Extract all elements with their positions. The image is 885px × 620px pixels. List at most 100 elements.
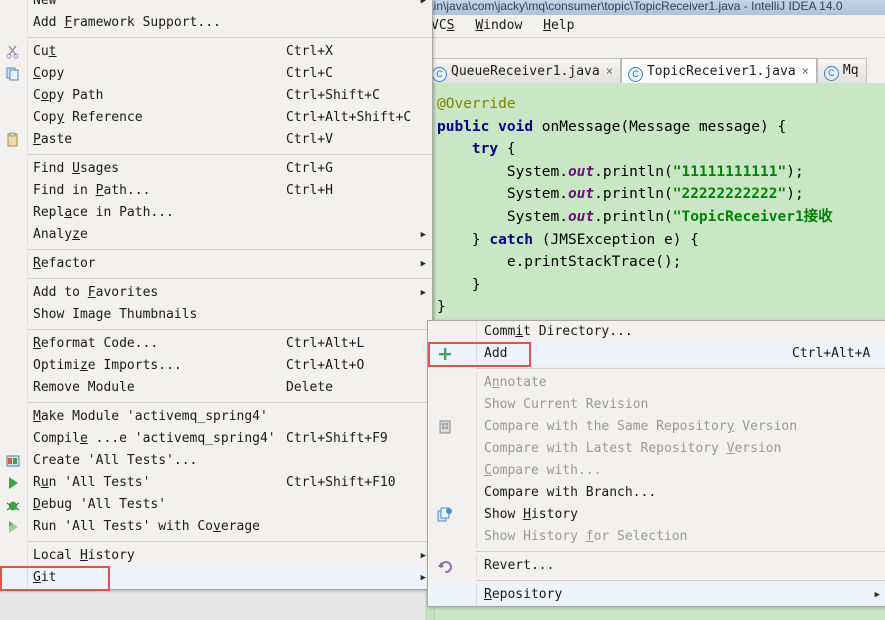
- close-icon[interactable]: ×: [606, 64, 613, 78]
- git-item-compare-with-the-same-repository-v[interactable]: Compare with the Same Repository Version: [428, 416, 885, 438]
- menu-gutter-line: [27, 12, 28, 34]
- menu-item-run-all-tests-with-coverage[interactable]: Run 'All Tests' with Coverage: [0, 516, 432, 538]
- git-item-revert[interactable]: Revert...: [428, 555, 885, 577]
- menu-separator: [476, 368, 885, 369]
- menu-item-label: Show History for Selection: [484, 529, 688, 544]
- menu-item-label: New: [33, 0, 57, 8]
- menu-gutter-line: [27, 282, 28, 304]
- menu-item-label: Debug 'All Tests': [33, 497, 167, 512]
- menu-item-label: Find Usages: [33, 161, 120, 176]
- editor-tab-bar[interactable]: C QueueReceiver1.java × C TopicReceiver1.ja…: [425, 55, 885, 83]
- editor-tab-queuereceiver1[interactable]: C QueueReceiver1.java ×: [425, 58, 621, 83]
- no-icon: [4, 285, 21, 302]
- menu-item-copy[interactable]: Copy Ctrl+C: [0, 63, 432, 85]
- menu-gutter-line: [27, 107, 28, 129]
- editor-tab-mq[interactable]: C Mq: [816, 58, 867, 83]
- menu-item-analyze[interactable]: Analyze ▶: [0, 224, 432, 246]
- code-line: }: [437, 276, 481, 293]
- menu-item-shortcut: Ctrl+Shift+F9: [286, 431, 388, 446]
- close-icon[interactable]: ×: [802, 64, 809, 78]
- editor-tab-label: TopicReceiver1.java: [646, 64, 796, 79]
- code-line: @Override: [437, 96, 516, 112]
- menu-item-refactor[interactable]: Refactor ▶: [0, 253, 432, 275]
- no-icon: [4, 183, 21, 200]
- menu-item-add-to-favorites[interactable]: Add to Favorites ▶: [0, 282, 432, 304]
- git-item-compare-with-branch[interactable]: Compare with Branch...: [428, 482, 885, 504]
- menu-item-label: Repository: [484, 587, 563, 602]
- menu-item-copy-path[interactable]: Copy Path Ctrl+Shift+C: [0, 85, 432, 107]
- menu-separator: [27, 154, 432, 155]
- menu-item-git[interactable]: Git ▶: [0, 567, 432, 589]
- menu-item-window[interactable]: Window: [469, 15, 529, 35]
- menu-item-new[interactable]: New ▶: [0, 0, 432, 12]
- menu-item-shortcut: Delete: [286, 380, 333, 395]
- submenu-arrow-icon: ▶: [874, 590, 880, 600]
- editor-tab-topicreceiver1[interactable]: C TopicReceiver1.java ×: [620, 58, 817, 83]
- menu-item-debug-all-tests[interactable]: Debug 'All Tests': [0, 494, 432, 516]
- no-icon: [436, 441, 453, 458]
- git-submenu[interactable]: Commit Directory... Add Ctrl+Alt+A Annotate…: [427, 320, 885, 607]
- menu-item-run-all-tests[interactable]: Run 'All Tests' Ctrl+Shift+F10: [0, 472, 432, 494]
- menu-item-label: Show Image Thumbnails: [33, 307, 198, 322]
- menu-gutter-line: [476, 526, 477, 548]
- git-item-show-current-revision[interactable]: Show Current Revision: [428, 394, 885, 416]
- menu-item-label: Add to Favorites: [33, 285, 159, 300]
- menu-item-find-in-path[interactable]: Find in Path... Ctrl+H: [0, 180, 432, 202]
- menu-item-make-module-activemq-spring4[interactable]: Make Module 'activemq_spring4': [0, 406, 432, 428]
- menu-item-label: Remove Module: [33, 380, 135, 395]
- git-item-show-history[interactable]: Show History: [428, 504, 885, 526]
- git-item-compare-with-latest-repository-ver[interactable]: Compare with Latest Repository Version: [428, 438, 885, 460]
- no-icon: [436, 397, 453, 414]
- menu-item-create-all-tests[interactable]: Create 'All Tests'...: [0, 450, 432, 472]
- git-item-repository[interactable]: Repository ▶: [428, 584, 885, 606]
- git-item-commit-directory[interactable]: Commit Directory...: [428, 321, 885, 343]
- menu-item-reformat-code[interactable]: Reformat Code... Ctrl+Alt+L: [0, 333, 432, 355]
- window-title: ain\java\com\jacky\mq\consumer\topic\Top…: [427, 0, 843, 13]
- menu-item-find-usages[interactable]: Find Usages Ctrl+G: [0, 158, 432, 180]
- menu-item-shortcut: Ctrl+Alt+Shift+C: [286, 110, 412, 125]
- menu-item-show-image-thumbnails[interactable]: Show Image Thumbnails: [0, 304, 432, 326]
- menu-item-label: Copy: [33, 66, 65, 81]
- git-item-show-history-for-selection[interactable]: Show History for Selection: [428, 526, 885, 548]
- menu-gutter-line: [476, 343, 477, 365]
- menu-item-local-history[interactable]: Local History ▶: [0, 545, 432, 567]
- menu-item-remove-module[interactable]: Remove Module Delete: [0, 377, 432, 399]
- menu-item-label: Make Module 'activemq_spring4': [33, 409, 268, 424]
- window-title-bar: ain\java\com\jacky\mq\consumer\topic\Top…: [425, 0, 885, 15]
- menu-separator: [27, 329, 432, 330]
- menu-item-replace-in-path[interactable]: Replace in Path...: [0, 202, 432, 224]
- menu-item-label: Create 'All Tests'...: [33, 453, 198, 468]
- menu-item-help[interactable]: Help: [537, 15, 581, 35]
- no-icon: [4, 409, 21, 426]
- menu-bar[interactable]: VCS Window Help: [425, 15, 885, 38]
- no-icon: [4, 380, 21, 397]
- git-item-annotate[interactable]: Annotate: [428, 372, 885, 394]
- menu-item-compile-e-activemq-spring4[interactable]: Compile ...e 'activemq_spring4' Ctrl+Shif…: [0, 428, 432, 450]
- menu-item-copy-reference[interactable]: Copy Reference Ctrl+Alt+Shift+C: [0, 107, 432, 129]
- menu-item-shortcut: Ctrl+Shift+C: [286, 88, 380, 103]
- code-line: } catch (JMSException e) {: [437, 231, 699, 248]
- git-item-add[interactable]: Add Ctrl+Alt+A: [428, 343, 885, 365]
- class-icon: C: [823, 66, 839, 81]
- menu-item-shortcut: Ctrl+C: [286, 66, 333, 81]
- no-icon: [4, 358, 21, 375]
- menu-item-shortcut: Ctrl+Alt+L: [286, 336, 365, 351]
- menu-item-label: Local History: [33, 548, 135, 563]
- menu-item-paste[interactable]: Paste Ctrl+V: [0, 129, 432, 151]
- menu-item-label: Add Framework Support...: [33, 15, 221, 30]
- menu-item-optimize-imports[interactable]: Optimize Imports... Ctrl+Alt+O: [0, 355, 432, 377]
- menu-item-add-framework-support[interactable]: Add Framework Support...: [0, 12, 432, 34]
- menu-gutter-line: [27, 377, 28, 399]
- menu-item-cut[interactable]: Cut Ctrl+X: [0, 41, 432, 63]
- no-icon: [4, 431, 21, 448]
- menu-item-shortcut: Ctrl+Alt+A: [792, 346, 871, 361]
- toolbar-strip: [425, 38, 885, 56]
- no-icon: [436, 485, 453, 502]
- project-context-menu[interactable]: New ▶ Add Framework Support... Cut Ctrl+X Cop…: [0, 0, 433, 591]
- menu-gutter-line: [27, 158, 28, 180]
- menu-gutter-line: [476, 460, 477, 482]
- no-icon: [436, 463, 453, 480]
- menu-item-label: Reformat Code...: [33, 336, 159, 351]
- menu-separator: [27, 249, 432, 250]
- git-item-compare-with[interactable]: Compare with...: [428, 460, 885, 482]
